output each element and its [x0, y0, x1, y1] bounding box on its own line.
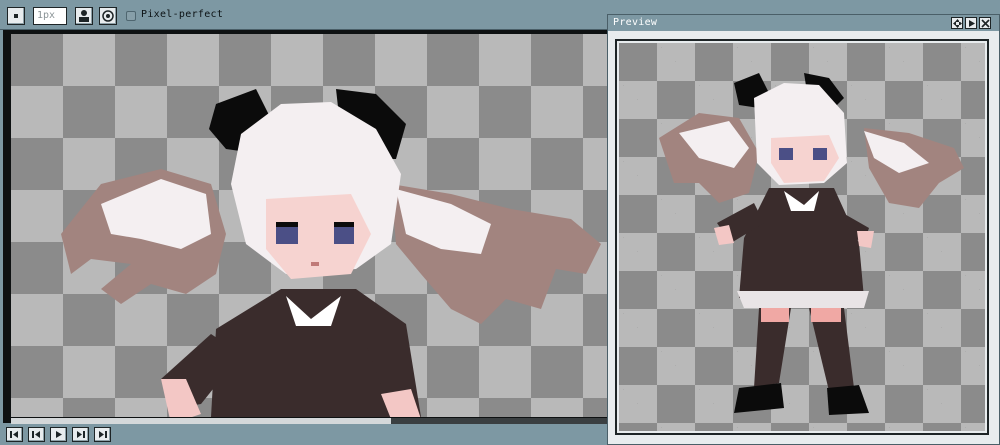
playback-bar	[0, 424, 608, 445]
play-icon	[969, 20, 975, 27]
editor-canvas[interactable]	[11, 34, 607, 417]
target-icon	[102, 10, 114, 22]
frame-tool-button[interactable]	[7, 7, 25, 25]
preview-move-button[interactable]	[951, 17, 963, 29]
user-button[interactable]	[75, 7, 93, 25]
next-frame-icon	[77, 431, 85, 438]
user-icon	[79, 10, 89, 22]
last-frame-button[interactable]	[94, 427, 111, 442]
previous-frame-button[interactable]	[28, 427, 45, 442]
pixel-size-input[interactable]: 1px	[33, 7, 67, 25]
preview-play-button[interactable]	[965, 17, 977, 29]
preview-title-bar[interactable]: Preview	[608, 15, 999, 31]
pixel-perfect-label: Pixel-perfect	[141, 9, 224, 20]
frame-icon	[14, 14, 18, 18]
sprite-artwork-full	[659, 73, 964, 415]
preview-frame	[615, 39, 989, 435]
first-frame-button[interactable]	[6, 427, 23, 442]
close-icon	[981, 19, 990, 28]
sprite-artwork-zoomed	[61, 89, 601, 417]
preview-canvas	[619, 43, 985, 431]
editor-panel	[3, 30, 613, 424]
pixel-perfect-checkbox[interactable]	[126, 11, 136, 21]
preview-close-button[interactable]	[979, 17, 991, 29]
play-button[interactable]	[50, 427, 67, 442]
last-frame-icon	[99, 431, 107, 438]
preview-window: Preview	[607, 14, 1000, 445]
move-icon	[953, 19, 962, 28]
first-frame-icon	[10, 431, 18, 438]
next-frame-button[interactable]	[72, 427, 89, 442]
target-button[interactable]	[99, 7, 117, 25]
prev-frame-icon	[32, 431, 40, 438]
play-icon	[56, 431, 62, 438]
preview-title: Preview	[613, 17, 658, 28]
